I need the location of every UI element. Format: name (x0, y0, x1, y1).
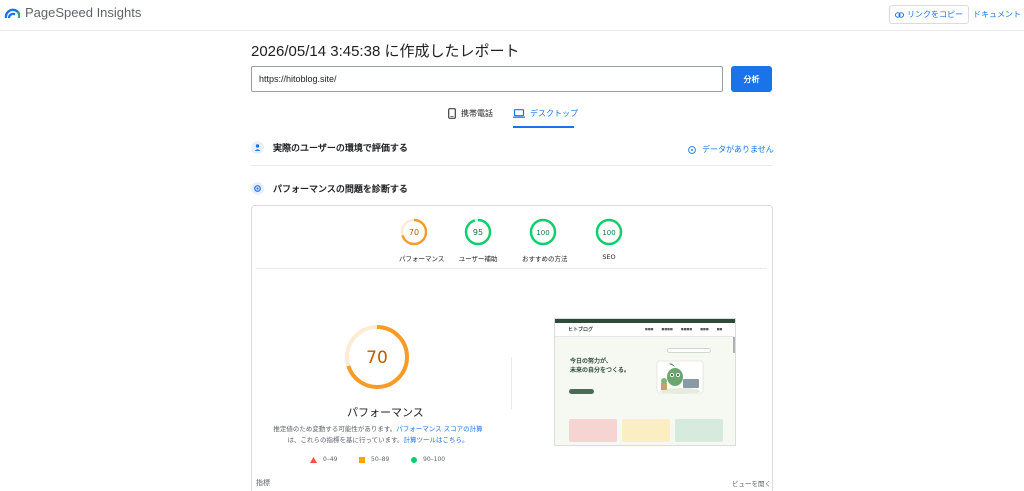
legend-pass: 90–100 (411, 456, 445, 463)
calculator-link[interactable]: 計算ツールはこちら。 (404, 436, 469, 444)
section-divider (251, 165, 772, 166)
legend-fail: 0–49 (310, 456, 337, 463)
active-tab-indicator (513, 126, 574, 128)
psi-logo-icon (4, 8, 20, 18)
screenshot-nav-items: ■■■ ■■■■ ■■■■ ■■■ ■■ (645, 327, 723, 331)
gauge-label: ユーザー補助 (458, 255, 498, 263)
screenshot-card (675, 419, 723, 442)
psi-logo[interactable]: PageSpeed Insights (4, 5, 141, 20)
laptop-icon (513, 109, 525, 118)
legend-range: 50–89 (371, 456, 390, 463)
gauge-performance[interactable]: 70 パフォーマンス (399, 218, 445, 263)
gauge-ring: 70 (345, 325, 409, 389)
field-data-title: 実際のユーザーの環境で評価する (273, 144, 408, 154)
card-divider (256, 268, 767, 269)
link-icon (895, 11, 904, 18)
vertical-divider (511, 357, 512, 409)
users-icon (251, 141, 264, 154)
copy-link-label: リンクをコピー (907, 10, 963, 19)
view-toggle[interactable]: ビューを開く (732, 478, 771, 488)
no-data-label: データがありません (702, 145, 774, 154)
analyze-button[interactable]: 分析 (731, 66, 772, 92)
gauge-ring: 95 (464, 218, 492, 246)
gauge-value: 100 (536, 229, 549, 237)
copy-link-button[interactable]: リンクをコピー (889, 5, 969, 24)
big-gauge-label: パフォーマンス (347, 406, 424, 419)
gauge-value: 70 (409, 228, 419, 237)
page-screenshot: ヒトブログ ■■■ ■■■■ ■■■■ ■■■ ■■ 今日の努力が、 未来の自分をつくる… (554, 318, 736, 446)
hero-line-2: 未来の自分をつくる。 (570, 367, 630, 374)
score-description: 推定値のため変動する可能性があります。パフォーマンス スコアの計算は、これらの指… (268, 424, 488, 446)
square-icon (359, 456, 365, 463)
tab-mobile-label: 携帯電話 (461, 109, 493, 118)
tab-desktop-label: デスクトップ (530, 109, 578, 118)
screenshot-scrollbar (733, 337, 735, 353)
gauge-label: パフォーマンス (399, 255, 445, 263)
top-bar: PageSpeed Insights リンクをコピー ドキュメント (0, 0, 1024, 31)
desc-prefix: 推定値のため変動する可能性があります。 (273, 425, 397, 433)
screenshot-card (569, 419, 617, 442)
lab-icon (251, 182, 264, 195)
legend-range: 90–100 (423, 456, 446, 463)
big-gauge-value: 70 (366, 348, 388, 368)
legend-range: 0–49 (323, 456, 338, 463)
legend-average: 50–89 (359, 456, 389, 463)
phone-icon (448, 108, 456, 119)
gauge-value: 100 (602, 229, 615, 237)
report-title: 2026/05/14 3:45:38 に作成したレポート (251, 43, 520, 60)
circle-icon (411, 456, 417, 463)
tab-mobile[interactable]: 携帯電話 (448, 108, 493, 119)
screenshot-hero-pill (667, 348, 711, 353)
gauge-seo[interactable]: 100 SEO (594, 218, 624, 261)
gauge-label: SEO (602, 253, 616, 261)
desc-mid: は、これらの指標を基に行っています。 (287, 436, 404, 444)
screenshot-card (622, 419, 670, 442)
docs-link[interactable]: ドキュメント (973, 9, 1021, 20)
gauge-best-practices[interactable]: 100 おすすめの方法 (522, 218, 568, 263)
no-data-notice: データがありません (688, 144, 774, 155)
metrics-heading: 指標 (256, 479, 270, 487)
gauge-ring: 70 (400, 218, 428, 246)
brand-name: PageSpeed Insights (25, 5, 142, 20)
gauge-accessibility[interactable]: 95 ユーザー補助 (457, 218, 499, 263)
gauge-label: おすすめの方法 (522, 255, 568, 263)
screenshot-cards (569, 419, 723, 442)
gauge-ring: 100 (595, 218, 623, 246)
screenshot-hero-title: 今日の努力が、 未来の自分をつくる。 (570, 357, 630, 375)
screenshot-site-logo: ヒトブログ (568, 327, 594, 333)
gauge-ring: 100 (529, 218, 557, 246)
screenshot-hero-button (569, 389, 594, 394)
mascot-illustration (656, 360, 704, 394)
url-input[interactable] (251, 66, 723, 92)
hero-line-1: 今日の努力が、 (570, 358, 612, 365)
tab-desktop[interactable]: デスクトップ (513, 108, 578, 119)
triangle-icon (310, 456, 317, 463)
big-gauge-performance: 70 (344, 324, 410, 394)
gauge-value: 95 (473, 228, 483, 237)
info-icon (688, 145, 696, 154)
lab-data-section[interactable]: パフォーマンスの問題を診断する (251, 182, 772, 195)
score-calc-link[interactable]: パフォーマンス スコアの計算 (396, 425, 482, 433)
lab-data-title: パフォーマンスの問題を診断する (273, 185, 408, 195)
